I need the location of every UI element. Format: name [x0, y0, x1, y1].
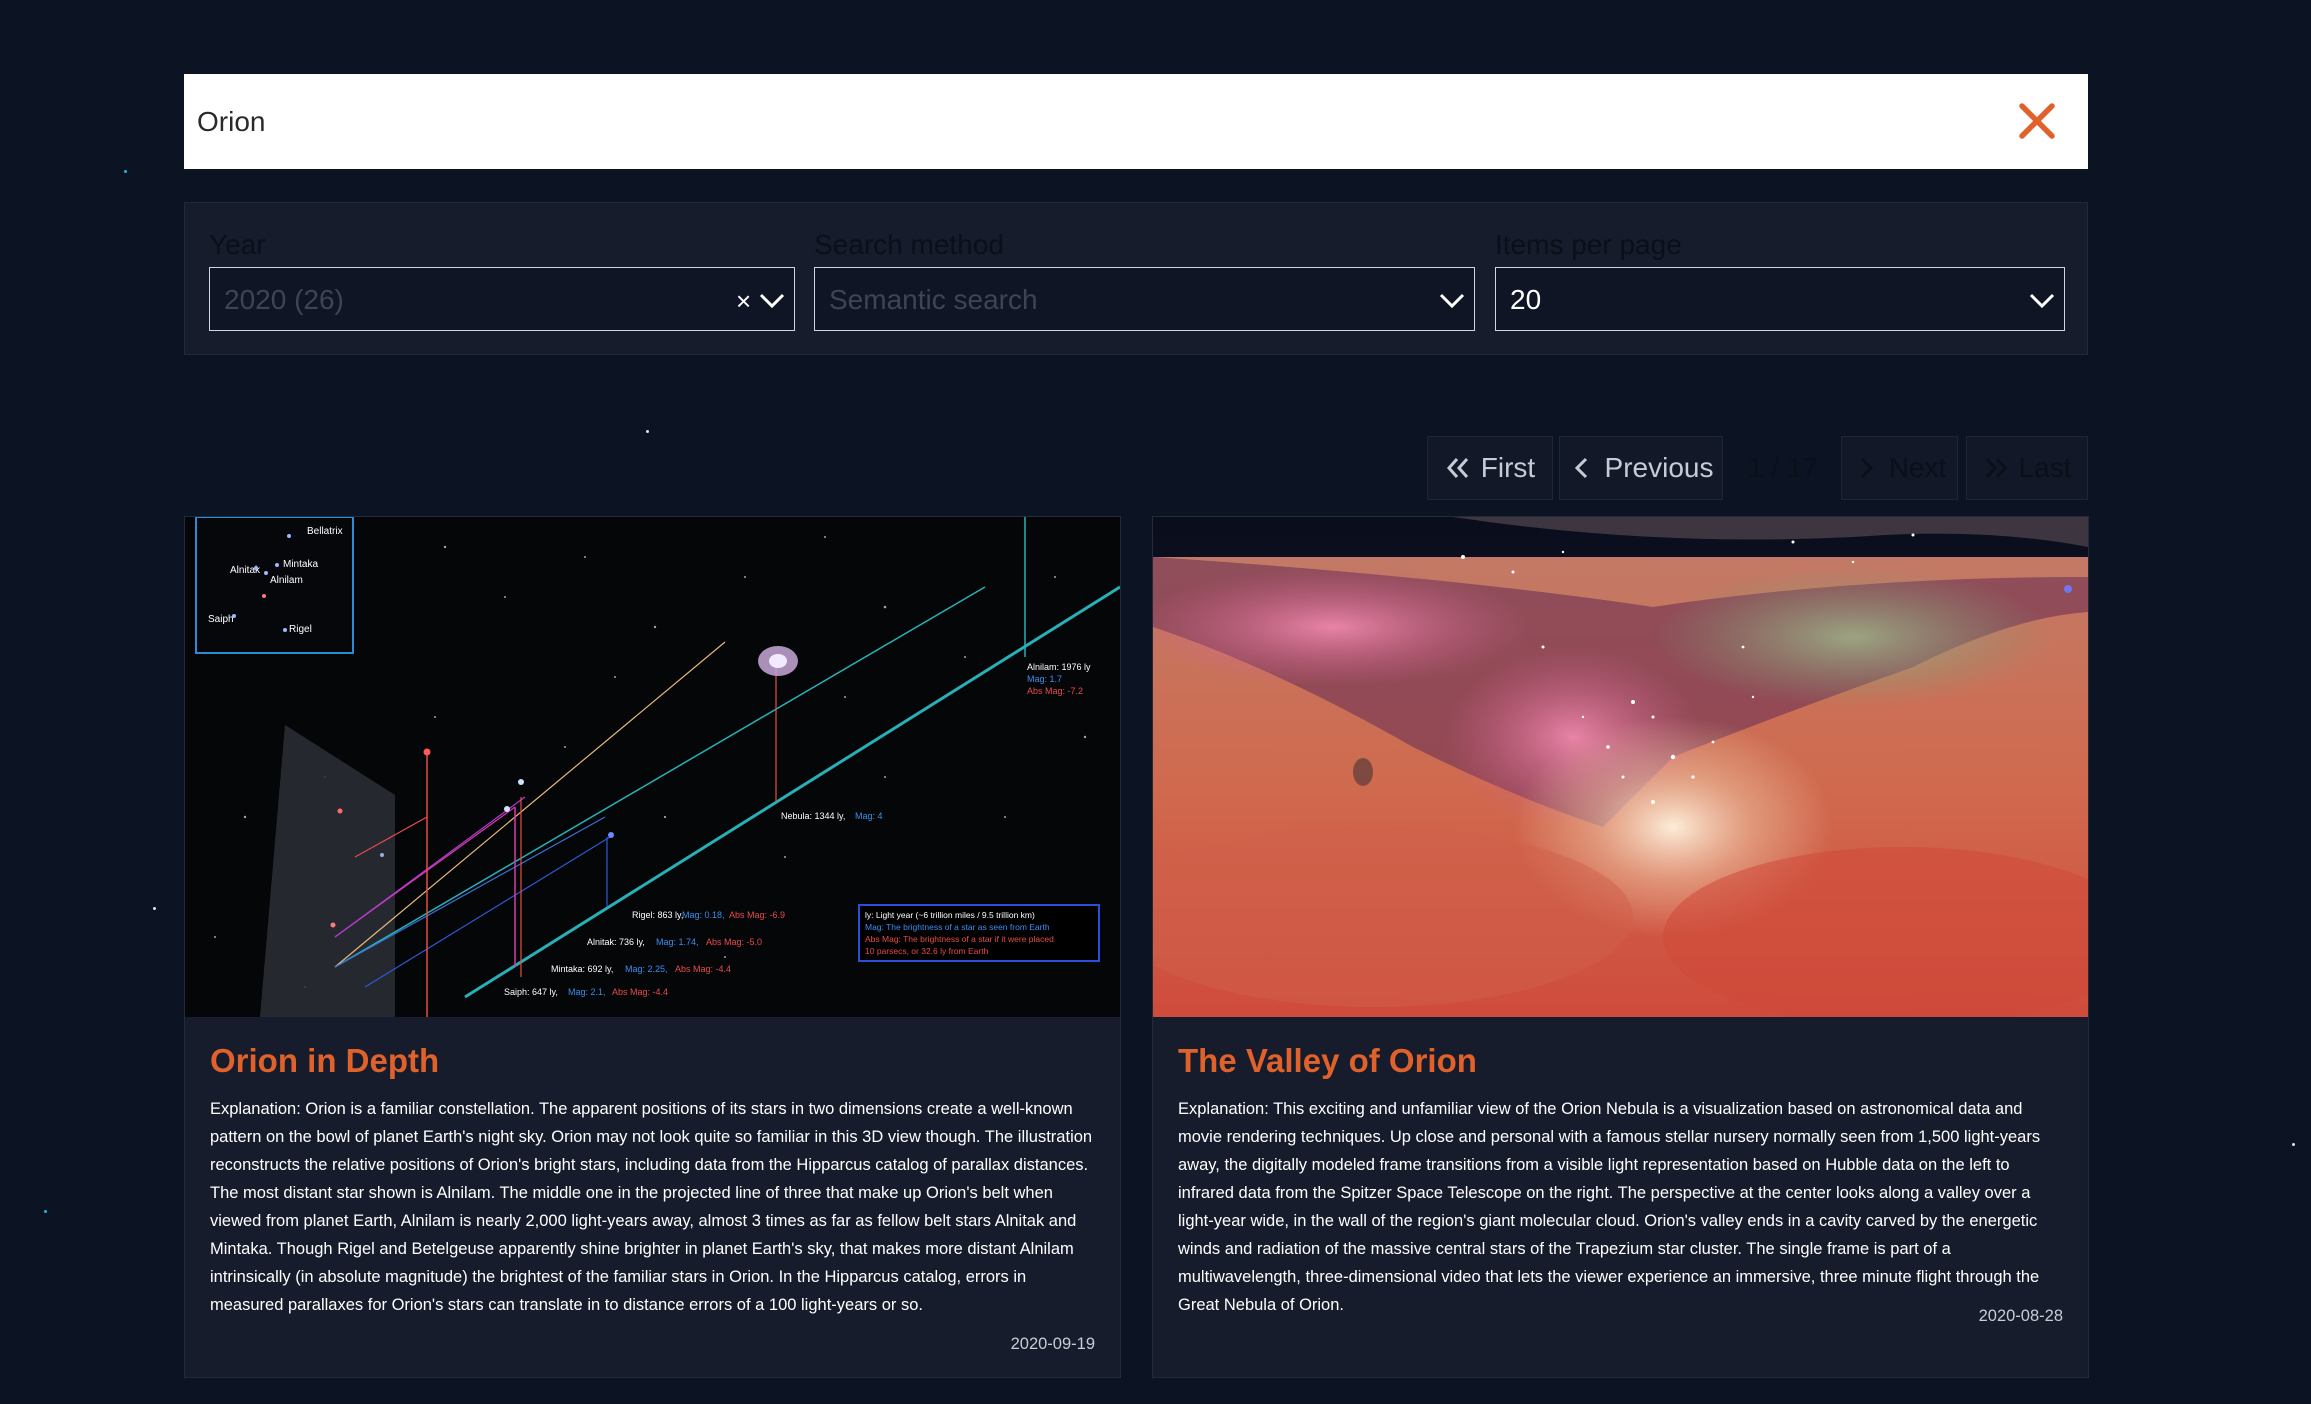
year-select-value: 2020 (26): [224, 284, 344, 315]
chevron-down-icon: [1439, 293, 1465, 309]
annotation-label: Mag: 4: [855, 811, 883, 821]
annotation-label: Abs Mag: -4.4: [675, 964, 731, 974]
background-star: [2292, 1143, 2295, 1146]
previous-page-button[interactable]: Previous: [1559, 436, 1723, 500]
background-star: [44, 1210, 47, 1213]
card-image-orion-valley[interactable]: [1153, 517, 2088, 1017]
search-method-select-value: Semantic search: [829, 284, 1038, 315]
annotation-label: Mag: 2.1,: [568, 987, 606, 997]
page-indicator: 1 / 17: [1748, 452, 1819, 483]
double-chevron-left-icon: [1446, 458, 1468, 478]
clear-search-button[interactable]: [2012, 96, 2062, 146]
inset-label: Mintaka: [283, 559, 318, 570]
inset-label: Bellatrix: [307, 526, 343, 537]
card-explanation: Explanation: Orion is a familiar constel…: [210, 1100, 1093, 1314]
annotation-label: Alnitak: 736 ly,: [587, 937, 645, 947]
last-page-button[interactable]: Last: [1966, 436, 2088, 500]
chevron-left-icon: [1574, 457, 1587, 479]
chevron-down-icon: [2029, 293, 2055, 309]
legend-text: Mag: The brightness of a star as seen fr…: [865, 922, 1050, 932]
annotation-label: Mag: 0.18,: [682, 910, 725, 920]
inset-label: Rigel: [289, 624, 312, 635]
card-date: 2020-08-28: [1978, 1307, 2063, 1325]
first-page-label: First: [1480, 452, 1536, 483]
star-marker: [423, 748, 431, 756]
annotation-label: Rigel: 863 ly,: [632, 910, 683, 920]
items-per-page-select[interactable]: 20: [1495, 267, 2065, 331]
annotation-label: Alnilam: 1976 ly: [1027, 662, 1091, 672]
projection-plane: [260, 725, 395, 1017]
search-bar: [184, 74, 2088, 169]
background-star: [153, 907, 156, 910]
annotation-label: Abs Mag: -5.0: [706, 937, 762, 947]
card-title[interactable]: The Valley of Orion: [1178, 1042, 1477, 1080]
annotation-label: Saiph: 647 ly,: [504, 987, 558, 997]
items-per-page-label: Items per page: [1495, 229, 1682, 260]
clear-year-icon[interactable]: ×: [736, 286, 751, 317]
background-star: [646, 430, 649, 433]
result-card[interactable]: The Valley of Orion Explanation: This ex…: [1152, 516, 2089, 1378]
card-explanation: Explanation: This exciting and unfamilia…: [1178, 1100, 2041, 1314]
annotation-label: Abs Mag: -4.4: [612, 987, 668, 997]
year-label: Year: [209, 229, 266, 260]
year-select[interactable]: 2020 (26) ×: [209, 267, 795, 331]
next-page-button[interactable]: Next: [1841, 436, 1958, 500]
inset-label: Saiph: [208, 614, 234, 625]
annotation-label: Nebula: 1344 ly,: [781, 811, 845, 821]
annotation-label: Mag: 1.7: [1027, 674, 1062, 684]
previous-page-label: Previous: [1604, 452, 1714, 483]
background-star: [124, 170, 127, 173]
search-method-label: Search method: [814, 229, 1004, 260]
search-method-select[interactable]: Semantic search: [814, 267, 1475, 331]
chevron-right-icon: [1860, 457, 1873, 479]
result-card[interactable]: Bellatrix Alnitak Mintaka Alnilam Saiph …: [184, 516, 1121, 1378]
annotation-label: Mintaka: 692 ly,: [551, 964, 613, 974]
card-date: 2020-09-19: [1010, 1335, 1095, 1353]
first-page-button[interactable]: First: [1427, 436, 1553, 500]
annotation-label: Mag: 2.25,: [625, 964, 668, 974]
legend-text: ly: Light year (~6 trillion miles / 9.5 …: [865, 910, 1035, 920]
annotation-label: Abs Mag: -6.9: [729, 910, 785, 920]
card-title[interactable]: Orion in Depth: [210, 1042, 439, 1080]
legend-text: Abs Mag: The brightness of a star if it …: [865, 934, 1054, 944]
search-input[interactable]: [184, 74, 1984, 169]
last-page-label: Last: [2018, 452, 2072, 483]
card-image-orion-3d[interactable]: Bellatrix Alnitak Mintaka Alnilam Saiph …: [185, 517, 1120, 1017]
filter-panel: Year 2020 (26) × Search method Semantic …: [184, 202, 2088, 355]
next-page-label: Next: [1888, 452, 1947, 483]
items-per-page-select-value: 20: [1510, 284, 1542, 315]
inset-label: Alnilam: [270, 575, 303, 586]
double-chevron-right-icon: [1985, 458, 2007, 478]
annotation-label: Abs Mag: -7.2: [1027, 686, 1083, 696]
annotation-label: Mag: 1.74,: [656, 937, 699, 947]
close-x-icon: [2019, 103, 2055, 139]
chevron-down-icon: [759, 293, 785, 309]
legend-text: 10 parsecs, or 32.6 ly from Earth: [865, 946, 989, 956]
